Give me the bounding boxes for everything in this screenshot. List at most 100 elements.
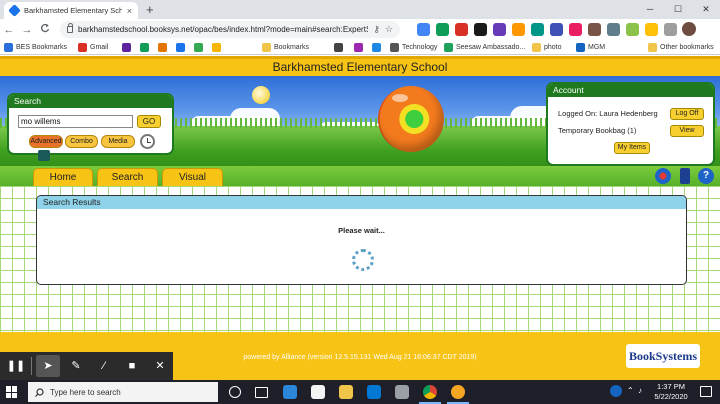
tab-home[interactable]: Home xyxy=(33,168,93,186)
bookmark-favicon-icon xyxy=(122,43,131,52)
my-items-button[interactable]: My Items xyxy=(614,142,650,154)
taskbar-search-box[interactable]: Type here to search xyxy=(28,382,218,402)
bookmark-item[interactable]: Gmail xyxy=(78,41,108,54)
site-favicon-icon xyxy=(8,4,21,17)
taskbar-clock[interactable]: 1:37 PM 5/22/2020 xyxy=(653,382,689,402)
bookmark-favicon-icon xyxy=(158,43,167,52)
extension-icon[interactable] xyxy=(436,23,449,36)
bookmark-item[interactable] xyxy=(158,41,167,54)
extension-icon[interactable] xyxy=(493,23,506,36)
taskbar-date: 5/22/2020 xyxy=(654,392,688,401)
bookmark-item[interactable] xyxy=(122,41,131,54)
volume-icon[interactable]: ♪ xyxy=(638,386,642,395)
bookmark-item[interactable]: Seesaw Ambassado... xyxy=(444,41,525,54)
bookmark-favicon-icon xyxy=(354,43,363,52)
key-icon[interactable]: ⚷ xyxy=(373,24,380,35)
globe-icon[interactable] xyxy=(655,168,671,184)
bookmark-item[interactable] xyxy=(176,41,185,54)
bookmark-item[interactable]: MGM xyxy=(576,41,605,54)
logoff-button[interactable]: Log Off xyxy=(670,108,704,120)
reload-button[interactable] xyxy=(36,23,54,36)
minimize-button[interactable]: ─ xyxy=(636,0,664,19)
task-view-icon[interactable] xyxy=(255,387,268,398)
pointer-tool-icon[interactable]: ➤ xyxy=(36,355,60,377)
extension-icon[interactable] xyxy=(550,23,563,36)
bookmark-favicon-icon xyxy=(140,43,149,52)
extension-icon[interactable] xyxy=(417,23,430,36)
camera-icon[interactable]: ■ xyxy=(120,355,144,377)
extension-icon[interactable] xyxy=(645,23,658,36)
extension-icon[interactable] xyxy=(512,23,525,36)
taskbar-search-placeholder: Type here to search xyxy=(50,387,121,397)
extension-icon[interactable] xyxy=(531,23,544,36)
mobile-icon[interactable] xyxy=(680,168,690,184)
go-button[interactable]: GO xyxy=(137,115,161,128)
tab-search[interactable]: Search xyxy=(97,168,158,186)
search-icon xyxy=(35,387,44,397)
bookmark-item[interactable] xyxy=(212,41,221,54)
bookmark-favicon-icon xyxy=(194,43,203,52)
close-window-button[interactable]: ✕ xyxy=(692,0,720,19)
store-icon[interactable] xyxy=(311,385,325,399)
media-search-button[interactable]: Media xyxy=(101,135,135,148)
maximize-button[interactable]: ☐ xyxy=(664,0,692,19)
bookmark-favicon-icon xyxy=(372,43,381,52)
cortana-icon[interactable] xyxy=(229,386,241,398)
back-button[interactable]: ← xyxy=(0,24,18,36)
address-bar[interactable]: barkhamstedschool.booksys.net/opac/bes/i… xyxy=(60,21,400,38)
chrome-icon[interactable] xyxy=(423,385,437,399)
app-icon[interactable] xyxy=(451,385,465,399)
bookmark-favicon-icon xyxy=(78,43,87,52)
app-icon[interactable] xyxy=(395,385,409,399)
tab-close-icon[interactable]: × xyxy=(127,6,132,16)
bookmark-favicon-icon xyxy=(648,43,657,52)
highlighter-tool-icon[interactable]: ∕ xyxy=(92,355,116,377)
tab-visual[interactable]: Visual xyxy=(162,168,223,186)
view-bookbag-button[interactable]: View xyxy=(670,125,704,137)
extension-icon[interactable] xyxy=(607,23,620,36)
tray-chevron-icon[interactable]: ⌃ xyxy=(627,386,634,395)
taskbar-time: 1:37 PM xyxy=(657,382,685,391)
bookmark-favicon-icon xyxy=(334,43,343,52)
search-input[interactable] xyxy=(18,115,133,128)
new-tab-button[interactable]: + xyxy=(146,2,154,17)
bookmark-item[interactable] xyxy=(140,41,149,54)
edge-icon[interactable] xyxy=(283,385,297,399)
forward-button[interactable]: → xyxy=(18,24,36,36)
star-icon[interactable]: ☆ xyxy=(385,24,393,35)
browser-tab[interactable]: Barkhamsted Elementary School × xyxy=(4,2,138,19)
bookmark-item[interactable] xyxy=(334,41,343,54)
close-toolbar-icon[interactable]: ✕ xyxy=(148,355,172,377)
extension-icon[interactable] xyxy=(569,23,582,36)
pen-tool-icon[interactable]: ✎ xyxy=(64,355,88,377)
profile-avatar[interactable] xyxy=(682,22,696,36)
extension-icon[interactable] xyxy=(455,23,468,36)
bookmark-item[interactable] xyxy=(372,41,381,54)
advanced-search-button[interactable]: Advanced xyxy=(29,135,63,148)
pause-icon[interactable]: ❚❚ xyxy=(4,355,28,377)
mail-icon[interactable] xyxy=(367,385,381,399)
bookmark-item[interactable] xyxy=(194,41,203,54)
tray-app-icon[interactable] xyxy=(610,385,622,397)
windows-start-icon[interactable] xyxy=(6,386,18,398)
extension-icon[interactable] xyxy=(626,23,639,36)
search-panel: Search GO Advanced Combo Media xyxy=(7,93,174,155)
extension-icon[interactable] xyxy=(474,23,487,36)
bookmark-label: MGM xyxy=(588,44,606,51)
notifications-icon[interactable] xyxy=(700,386,712,397)
extensions-puzzle-icon[interactable] xyxy=(664,23,677,36)
bookmark-item[interactable]: Technology xyxy=(390,41,437,54)
extension-icon[interactable] xyxy=(588,23,601,36)
bookmark-item[interactable]: Other bookmarks xyxy=(648,41,714,54)
bookmark-label: Gmail xyxy=(90,44,109,51)
help-icon[interactable]: ? xyxy=(698,168,714,184)
pointer-cursor xyxy=(38,150,50,161)
bookmark-item[interactable]: BES Bookmarks xyxy=(4,41,67,54)
bookmark-item[interactable]: photo xyxy=(532,41,562,54)
clock-icon[interactable] xyxy=(140,134,155,149)
url-text: barkhamstedschool.booksys.net/opac/bes/i… xyxy=(78,25,369,34)
file-explorer-icon[interactable] xyxy=(339,385,353,399)
bookmark-item[interactable]: Bookmarks xyxy=(262,41,309,54)
combo-search-button[interactable]: Combo xyxy=(65,135,98,148)
bookmark-item[interactable] xyxy=(354,41,363,54)
